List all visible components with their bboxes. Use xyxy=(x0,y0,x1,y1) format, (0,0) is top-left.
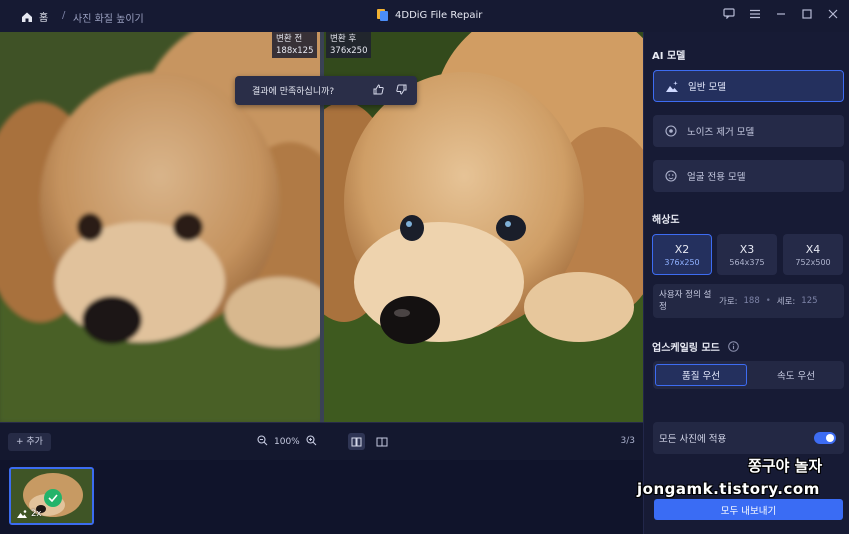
comparison-preview[interactable]: 변환 전 188x125 변환 후 376x250 결과에 만족하십니까? xyxy=(0,32,643,422)
image-icon xyxy=(17,510,27,518)
custom-size-row: 사용자 정의 설정 가로: 188 • 세로: 125 xyxy=(653,284,844,318)
thumbs-down-icon[interactable] xyxy=(396,84,407,98)
thumbnail-item[interactable]: 2x xyxy=(9,467,94,525)
resolution-x2-button[interactable]: X2 376x250 xyxy=(652,234,712,275)
resolution-x4-size: 752x500 xyxy=(795,257,831,267)
upscale-mode-title: 업스케일링 모드 xyxy=(652,343,720,354)
app-logo-icon xyxy=(377,9,388,21)
after-tag: 변환 후 376x250 xyxy=(326,32,372,58)
resolution-x2-level: X2 xyxy=(674,242,690,256)
model-denoise-label: 노이즈 제거 모델 xyxy=(687,127,755,138)
upscale-mode-selector: 품질 우선 속도 우선 xyxy=(653,361,844,389)
field-separator: • xyxy=(765,296,771,306)
resolution-title: 해상도 xyxy=(652,215,680,226)
before-size: 188x125 xyxy=(276,46,314,56)
watermark-site: jongamk.tistory.com xyxy=(637,480,820,498)
info-icon[interactable] xyxy=(728,341,739,352)
thumbnail-scale-text: 2x xyxy=(31,509,42,519)
title-bar: 홈 / 사진 화질 높이기 4DDiG File Repair xyxy=(0,0,849,32)
model-face-button[interactable]: 얼굴 전용 모델 xyxy=(653,160,844,192)
preview-toolbar: + 추가 100% 3/3 xyxy=(0,422,643,460)
apply-all-row: 모든 사진에 적용 xyxy=(653,422,844,454)
model-denoise-button[interactable]: 노이즈 제거 모델 xyxy=(653,115,844,147)
selected-check-icon xyxy=(44,489,62,507)
zoom-control: 100% xyxy=(257,435,317,449)
resolution-x4-level: X4 xyxy=(805,242,821,256)
split-view-icon xyxy=(351,437,362,446)
watermark-name: 쫑구야 놀자 xyxy=(748,457,823,475)
app-title: 4DDiG File Repair xyxy=(376,8,482,22)
zoom-level: 100% xyxy=(274,437,300,447)
zoom-out-icon[interactable] xyxy=(257,435,268,449)
page-count: 3/3 xyxy=(620,436,635,446)
breadcrumb: 사진 화질 높이기 xyxy=(73,14,144,25)
before-tag: 변환 전 188x125 xyxy=(272,32,318,58)
quality-first-button[interactable]: 품질 우선 xyxy=(655,364,747,386)
add-button[interactable]: + 추가 xyxy=(8,433,51,451)
compare-view-button[interactable] xyxy=(373,433,390,450)
minimize-icon[interactable] xyxy=(775,8,787,22)
home-button[interactable]: 홈 xyxy=(21,9,48,24)
app-title-text: 4DDiG File Repair xyxy=(395,9,483,21)
satisfaction-feedback: 결과에 만족하십니까? xyxy=(235,76,417,105)
close-icon[interactable] xyxy=(827,8,839,22)
apply-all-label: 모든 사진에 적용 xyxy=(659,434,727,445)
after-size: 376x250 xyxy=(330,46,368,56)
speed-first-button[interactable]: 속도 우선 xyxy=(750,364,842,386)
home-icon xyxy=(22,12,32,22)
book-view-icon xyxy=(376,437,387,446)
denoise-icon xyxy=(665,125,677,137)
height-label: 세로: xyxy=(776,297,796,307)
feedback-icon[interactable] xyxy=(723,8,735,22)
custom-size-label: 사용자 정의 설정 xyxy=(659,290,712,312)
model-general-button[interactable]: 일반 모델 xyxy=(653,70,844,102)
resolution-x4-button[interactable]: X4 752x500 xyxy=(783,234,843,275)
breadcrumb-separator: / xyxy=(62,10,66,21)
height-input[interactable]: 125 xyxy=(801,296,817,306)
zoom-in-icon[interactable] xyxy=(306,435,317,449)
export-all-button[interactable]: 모두 내보내기 xyxy=(654,499,843,520)
home-label: 홈 xyxy=(39,13,49,24)
resolution-x3-size: 564x375 xyxy=(729,257,765,267)
width-label: 가로: xyxy=(719,297,738,307)
view-mode-buttons xyxy=(348,433,390,450)
menu-icon[interactable] xyxy=(749,8,761,22)
feedback-buttons xyxy=(373,84,407,98)
thumbnail-scale: 2x xyxy=(17,509,41,519)
resolution-x3-level: X3 xyxy=(739,242,755,256)
model-general-label: 일반 모델 xyxy=(688,82,726,93)
upscale-mode-header: 업스케일링 모드 xyxy=(652,339,739,354)
maximize-icon[interactable] xyxy=(801,8,813,22)
split-view-button[interactable] xyxy=(348,433,365,450)
before-label: 변환 전 xyxy=(276,34,303,44)
apply-all-toggle[interactable] xyxy=(814,432,836,444)
thumbs-up-icon[interactable] xyxy=(373,84,384,98)
ai-model-title: AI 모델 xyxy=(652,51,686,62)
resolution-x3-button[interactable]: X3 564x375 xyxy=(717,234,777,275)
image-spark-icon xyxy=(666,80,678,92)
feedback-question: 결과에 만족하십니까? xyxy=(252,87,335,97)
after-label: 변환 후 xyxy=(330,34,357,44)
filmstrip: 2x xyxy=(0,460,643,534)
resolution-x2-size: 376x250 xyxy=(664,257,700,267)
window-controls xyxy=(723,8,839,22)
width-input[interactable]: 188 xyxy=(744,296,760,306)
model-face-label: 얼굴 전용 모델 xyxy=(687,172,746,183)
face-icon xyxy=(665,170,677,182)
